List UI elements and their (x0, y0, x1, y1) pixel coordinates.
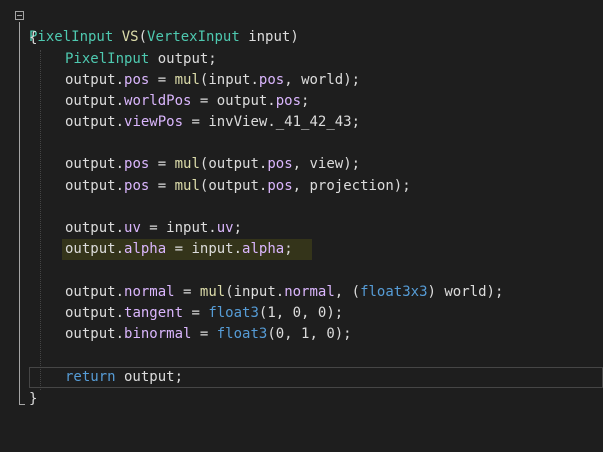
code-line[interactable]: output.pos = mul(input.pos, world); (0, 70, 603, 91)
code-line[interactable]: output.worldPos = output.pos; (0, 91, 603, 112)
code-line[interactable]: output.tangent = float3(1, 0, 0); (0, 303, 603, 324)
code-line[interactable]: output.pos = mul(output.pos, projection)… (0, 176, 603, 197)
code-line[interactable]: output.binormal = float3(0, 1, 0); (0, 324, 603, 345)
code-line-function-signature[interactable]: PixelInput VS(VertexInput input) (0, 6, 603, 45)
code-line[interactable]: PixelInput output; (0, 49, 603, 70)
close-brace: } (29, 391, 38, 407)
code-line[interactable]: output.uv = input.uv; (0, 218, 603, 239)
code-line-close-brace[interactable]: } (0, 389, 603, 410)
code-line[interactable]: output.pos = mul(output.pos, view); (0, 154, 603, 175)
collapse-icon[interactable] (15, 11, 24, 20)
open-brace: { (29, 30, 38, 46)
code-line[interactable]: output.alpha = input.alpha; (0, 239, 603, 260)
code-line-open-brace[interactable]: { (0, 28, 603, 49)
code-line[interactable]: output.viewPos = invView._41_42_43; (0, 112, 603, 133)
code-line-current[interactable]: return output; (0, 367, 603, 388)
token-keyword: return (65, 369, 116, 385)
token-type: PixelInput (65, 51, 150, 67)
code-editor[interactable]: PixelInput VS(VertexInput input) { Pixel… (0, 0, 603, 420)
code-line[interactable]: output.normal = mul(input.normal, (float… (0, 282, 603, 303)
